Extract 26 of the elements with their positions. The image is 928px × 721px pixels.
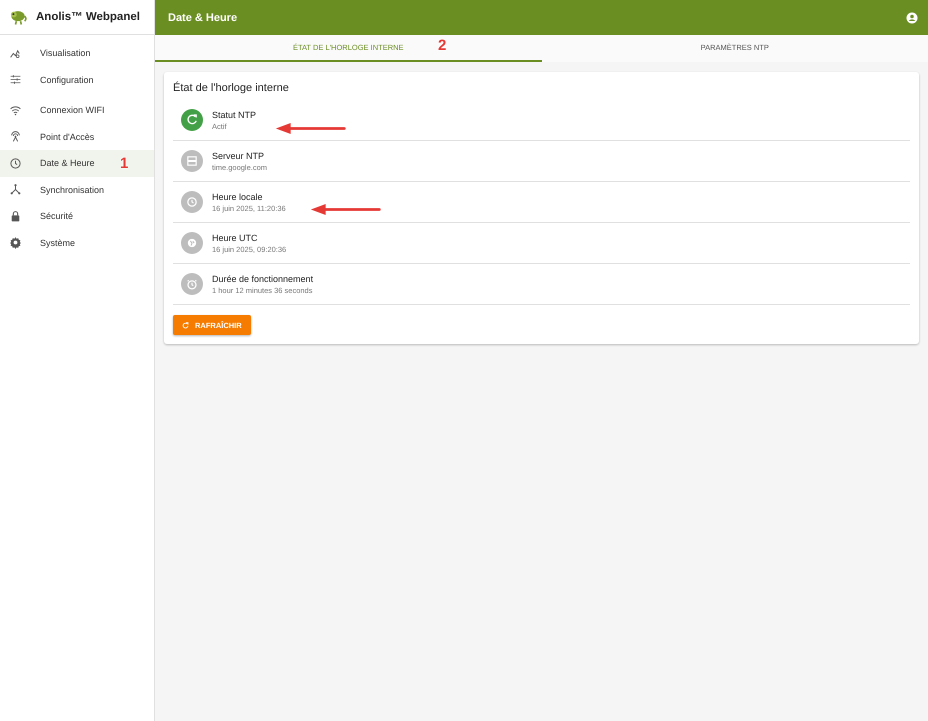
item-label: Heure locale (212, 192, 264, 202)
lock-icon (9, 210, 22, 223)
refresh-icon (181, 320, 190, 330)
sidebar-item[interactable]: Connexion WIFI (0, 97, 154, 124)
gear-icon (9, 236, 22, 250)
account-icon[interactable] (906, 12, 918, 24)
clock-icon (9, 156, 22, 170)
sliders-icon (9, 73, 22, 86)
sidebar-item[interactable]: Configuration (0, 66, 154, 93)
page-title: Date & Heure (168, 12, 238, 24)
sidebar-item[interactable]: Synchronisation (0, 176, 154, 203)
annotation-number: 1 (120, 155, 128, 172)
wifi-icon (9, 104, 22, 117)
annotation-number: 2 (438, 37, 446, 54)
sidebar-item[interactable]: Visualisation (0, 40, 154, 66)
item-label: Heure UTC (212, 232, 259, 242)
card-title: État de l'horloge interne (173, 82, 290, 96)
item-label: Statut NTP (212, 110, 256, 120)
app-title: Anolis™ Webpanel (36, 11, 140, 23)
item-label: Durée de fonctionnement (212, 274, 314, 284)
sidebar-item[interactable]: Système (0, 230, 154, 256)
item-label: Serveur NTP (212, 150, 266, 160)
network-icon (9, 183, 22, 196)
antenna-icon (9, 130, 22, 144)
sidebar-item[interactable]: Point d'Accès (0, 124, 154, 150)
sidebar-item[interactable]: Sécurité (0, 203, 154, 230)
